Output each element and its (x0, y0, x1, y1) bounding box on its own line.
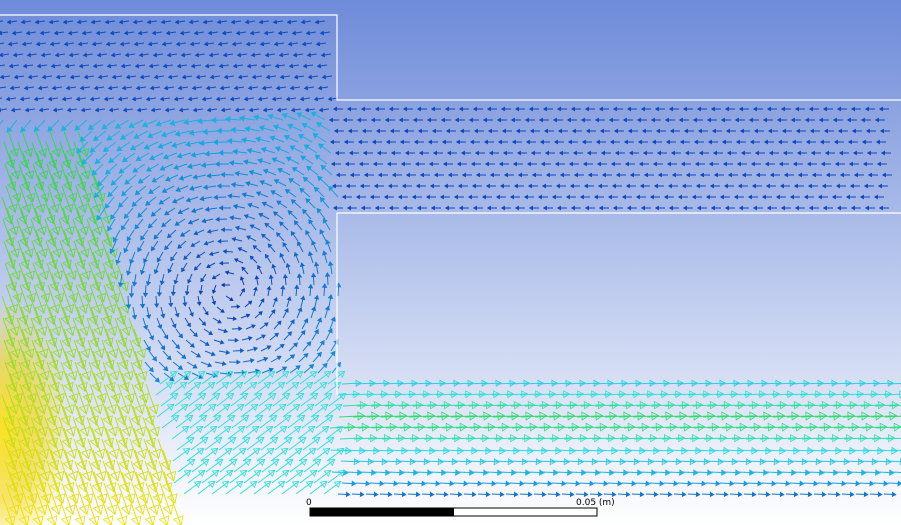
velocity-vector-arrowhead (0, 107, 2, 113)
vector-field-canvas: 0 0.05 (m) (0, 0, 901, 525)
scale-bar-start-label: 0 (306, 498, 312, 508)
velocity-vector-arrowhead (0, 30, 3, 36)
scale-bar-fill (310, 508, 454, 516)
cfd-velocity-vector-plot: 0 0.05 (m) (0, 0, 901, 525)
scale-bar-end-label: 0.05 (m) (576, 498, 615, 508)
